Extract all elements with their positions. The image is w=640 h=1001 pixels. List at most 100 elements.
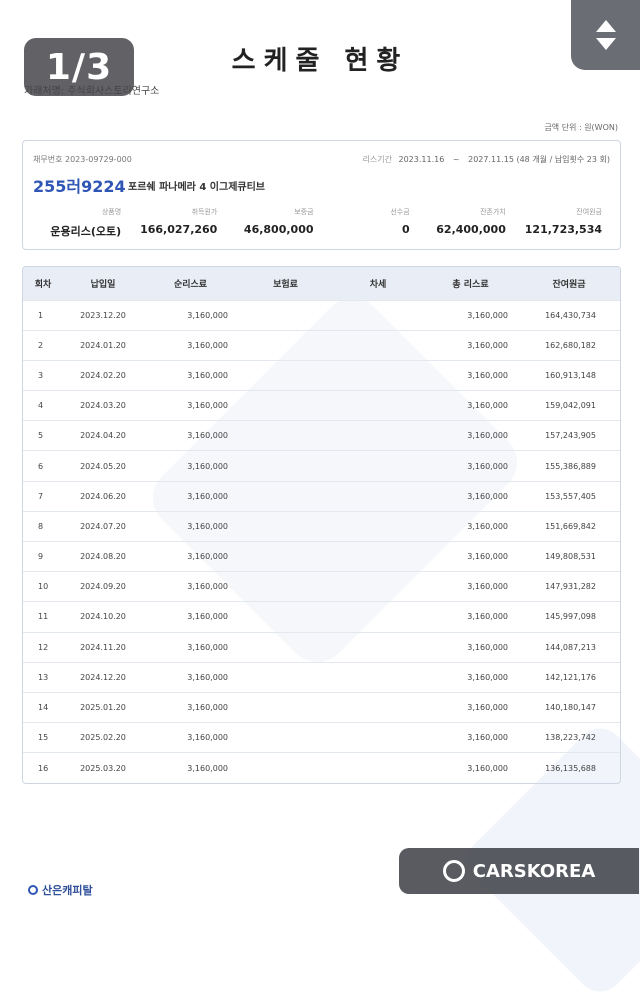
table-row: 15 2025.02.20 3,160,000 3,160,000 138,223,74… xyxy=(23,722,620,753)
cell-total-lease: 3,160,000 xyxy=(467,521,508,531)
cell-vehicle-tax xyxy=(333,602,423,632)
cell-total-lease: 3,160,000 xyxy=(467,703,508,713)
cell-payment-date: 2024.07.20 xyxy=(80,521,126,531)
cell-insurance xyxy=(238,662,333,692)
field-label: 잔존가치 xyxy=(480,208,506,216)
cell-insurance xyxy=(238,542,333,572)
cell-remaining: 142,121,176 xyxy=(545,672,596,682)
cell-net-lease: 3,160,000 xyxy=(187,642,228,652)
cell-total-lease: 3,160,000 xyxy=(467,763,508,773)
cell-insurance xyxy=(238,723,333,753)
field-prepayment: 선수금 0 xyxy=(322,207,418,239)
field-value: 운용리스(오토) xyxy=(50,225,122,238)
col-header-payment-date: 납입일 xyxy=(90,279,116,290)
cell-remaining: 149,808,531 xyxy=(545,552,596,562)
cell-total-lease: 3,160,000 xyxy=(467,340,508,350)
table-row: 14 2025.01.20 3,160,000 3,160,000 140,180,14… xyxy=(23,692,620,722)
cell-insurance xyxy=(238,421,333,451)
cell-installment: 10 xyxy=(38,582,49,592)
carskorea-text: CARSKOREA xyxy=(472,860,596,882)
cell-payment-date: 2024.11.20 xyxy=(80,642,126,652)
cell-total-lease: 3,160,000 xyxy=(467,370,508,380)
lease-period: 리스기간 2023.11.16 ~ 2027.11.15 (48 개월 / 납입… xyxy=(363,154,611,165)
cell-vehicle-tax xyxy=(333,542,423,572)
cell-remaining: 159,042,091 xyxy=(545,401,596,411)
cell-installment: 11 xyxy=(38,612,49,622)
cell-payment-date: 2025.03.20 xyxy=(80,763,126,773)
lease-summary-card: 채무번호 2023-09729-000 리스기간 2023.11.16 ~ 20… xyxy=(22,140,621,250)
table-row: 9 2024.08.20 3,160,000 3,160,000 149,808,531 xyxy=(23,541,620,572)
table-row: 4 2024.03.20 3,160,000 3,160,000 159,042,091 xyxy=(23,390,620,421)
cell-total-lease: 3,160,000 xyxy=(467,310,508,320)
cell-vehicle-tax xyxy=(333,662,423,692)
cell-installment: 8 xyxy=(38,521,44,531)
cell-insurance xyxy=(238,391,333,421)
table-row: 13 2024.12.20 3,160,000 3,160,000 142,121,17… xyxy=(23,662,620,692)
cell-total-lease: 3,160,000 xyxy=(467,733,508,743)
page-title: 스케줄 현황 xyxy=(231,46,409,76)
cell-installment: 3 xyxy=(38,370,44,380)
schedule-table: 회차 납입일 순리스료 보험료 차세 총 리스료 잔여원금 1 2023.12.2… xyxy=(23,267,620,783)
chevron-down-icon[interactable] xyxy=(595,38,616,50)
cell-installment: 14 xyxy=(38,703,49,713)
cell-insurance xyxy=(238,602,333,632)
lender-logo: 산은캐피탈 xyxy=(28,882,93,898)
cell-remaining: 145,997,098 xyxy=(545,612,596,622)
cell-total-lease: 3,160,000 xyxy=(467,672,508,682)
cell-installment: 9 xyxy=(38,552,44,562)
cell-net-lease: 3,160,000 xyxy=(187,370,228,380)
cell-payment-date: 2024.02.20 xyxy=(80,370,126,380)
col-header-installment: 회차 xyxy=(34,279,52,290)
cell-remaining: 160,913,148 xyxy=(545,370,596,380)
cell-total-lease: 3,160,000 xyxy=(467,491,508,501)
cell-net-lease: 3,160,000 xyxy=(187,340,228,350)
cell-payment-date: 2024.09.20 xyxy=(80,582,126,592)
field-label: 선수금 xyxy=(390,208,410,216)
cell-net-lease: 3,160,000 xyxy=(187,552,228,562)
cell-net-lease: 3,160,000 xyxy=(187,521,228,531)
cell-payment-date: 2024.04.20 xyxy=(80,431,126,441)
cell-net-lease: 3,160,000 xyxy=(187,401,228,411)
carskorea-logo-icon xyxy=(442,860,465,882)
table-row: 3 2024.02.20 3,160,000 3,160,000 160,913,148 xyxy=(23,360,620,390)
cell-remaining: 144,087,213 xyxy=(545,642,596,652)
field-label: 취득원가 xyxy=(191,208,218,216)
cell-remaining: 138,223,742 xyxy=(545,733,596,743)
field-label: 잔여원금 xyxy=(576,208,603,216)
schedule-table-container: 회차 납입일 순리스료 보험료 차세 총 리스료 잔여원금 1 2023.12.2… xyxy=(22,266,621,784)
cell-vehicle-tax xyxy=(333,723,423,753)
cell-net-lease: 3,160,000 xyxy=(187,431,228,441)
cell-payment-date: 2025.02.20 xyxy=(80,733,126,743)
field-label: 상품명 xyxy=(101,208,122,216)
table-row: 5 2024.04.20 3,160,000 3,160,000 157,243,905 xyxy=(23,420,620,451)
cell-vehicle-tax xyxy=(333,753,423,783)
cell-remaining: 162,680,182 xyxy=(545,340,596,350)
cell-net-lease: 3,160,000 xyxy=(187,733,228,743)
cell-vehicle-tax xyxy=(333,632,423,662)
cell-vehicle-tax xyxy=(333,451,423,481)
currency-unit: 금액 단위 : 원(WON) xyxy=(544,123,618,132)
cell-vehicle-tax xyxy=(333,511,423,541)
cell-remaining: 153,557,405 xyxy=(545,491,596,501)
cell-total-lease: 3,160,000 xyxy=(467,552,508,562)
lease-period-end: 2027.11.15 xyxy=(468,155,514,164)
lease-period-label: 리스기간 xyxy=(362,155,392,164)
col-header-remaining: 잔여원금 xyxy=(552,279,586,290)
lender-logo-icon xyxy=(28,885,38,895)
plate-number: 255러9224 xyxy=(33,177,126,196)
cell-payment-date: 2024.06.20 xyxy=(80,491,126,501)
field-value: 121,723,534 xyxy=(524,223,603,236)
lender-logo-text: 산은캐피탈 xyxy=(42,884,93,897)
cell-insurance xyxy=(238,692,333,722)
summary-fields: 상품명 운용리스(오토) 취득원가 166,027,260 보증금 46,800… xyxy=(33,207,610,239)
col-header-net-lease: 순리스료 xyxy=(173,279,208,290)
table-row: 7 2024.06.20 3,160,000 3,160,000 153,557,405 xyxy=(23,481,620,511)
field-acquisition-cost: 취득원가 166,027,260 xyxy=(129,207,225,239)
field-value: 62,400,000 xyxy=(436,223,506,236)
col-header-total-lease: 총 리스료 xyxy=(452,279,489,290)
cell-remaining: 157,243,905 xyxy=(545,431,596,441)
col-header-insurance: 보험료 xyxy=(273,279,298,290)
chevron-up-icon[interactable] xyxy=(595,20,616,32)
cell-net-lease: 3,160,000 xyxy=(187,461,228,471)
cell-total-lease: 3,160,000 xyxy=(467,461,508,471)
